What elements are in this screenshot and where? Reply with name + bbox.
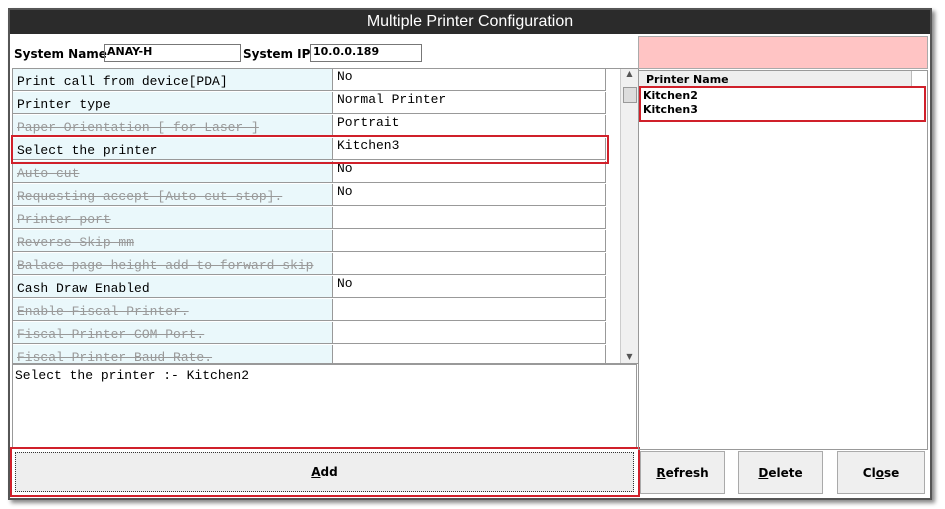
settings-row[interactable]: Cash Draw Enabled No <box>13 276 608 299</box>
setting-value[interactable]: No <box>333 276 606 298</box>
system-ip-field[interactable]: 10.0.0.189 <box>310 44 422 62</box>
close-label-end: se <box>883 466 900 480</box>
refresh-button[interactable]: Refresh <box>640 451 725 494</box>
setting-name: Auto cut <box>13 161 333 183</box>
settings-row[interactable]: Fiscal Printer COM Port. <box>13 322 608 345</box>
setting-value[interactable]: No <box>333 69 606 91</box>
setting-name: Print call from device[PDA] <box>13 69 333 91</box>
setting-name: Fiscal Printer COM Port. <box>13 322 333 344</box>
scroll-thumb[interactable] <box>623 87 637 103</box>
setting-value[interactable] <box>333 345 606 363</box>
setting-value[interactable] <box>333 230 606 252</box>
settings-row[interactable]: Printer port <box>13 207 608 230</box>
highlight-add <box>10 447 640 497</box>
settings-row[interactable]: Printer type Normal Printer <box>13 92 608 115</box>
close-label: Cl <box>862 466 876 480</box>
printer-config-window: Multiple Printer Configuration System Na… <box>8 8 932 500</box>
setting-value[interactable]: Portrait <box>333 115 606 137</box>
setting-value[interactable] <box>333 299 606 321</box>
settings-row[interactable]: Enable Fiscal Printer. <box>13 299 608 322</box>
printer-list[interactable]: Printer Name Kitchen2 Kitchen3 <box>638 70 928 450</box>
setting-name: Paper Orientation [ for Laser ] <box>13 115 333 137</box>
settings-row[interactable]: Requesting accept [Auto cut stop]. No <box>13 184 608 207</box>
settings-grid: ▲ ▼ Print call from device[PDA] No Printer… <box>12 68 639 364</box>
settings-row[interactable]: Fiscal Printer Baud Rate. <box>13 345 608 363</box>
highlight-select-printer <box>11 135 609 164</box>
grid-scrollbar[interactable]: ▲ ▼ <box>620 69 638 363</box>
setting-value[interactable] <box>333 207 606 229</box>
scroll-up-icon[interactable]: ▲ <box>621 69 638 78</box>
setting-value[interactable]: No <box>333 184 606 206</box>
scroll-down-icon[interactable]: ▼ <box>621 352 638 361</box>
setting-name: Requesting accept [Auto cut stop]. <box>13 184 333 206</box>
settings-row[interactable]: Auto cut No <box>13 161 608 184</box>
setting-value[interactable]: Normal Printer <box>333 92 606 114</box>
setting-name: Fiscal Printer Baud Rate. <box>13 345 333 363</box>
delete-mnemonic: D <box>758 466 769 480</box>
setting-name: Enable Fiscal Printer. <box>13 299 333 321</box>
delete-button[interactable]: Delete <box>738 451 823 494</box>
delete-label: elete <box>768 466 803 480</box>
status-message-box <box>638 36 928 69</box>
system-name-label: System Name <box>14 47 107 61</box>
system-ip-label: System IP <box>243 47 311 61</box>
settings-row[interactable]: Reverse Skip mm <box>13 230 608 253</box>
close-button[interactable]: Close <box>837 451 925 494</box>
settings-row[interactable]: Print call from device[PDA] No <box>13 69 608 92</box>
settings-row[interactable]: Balace page height add to forward skip <box>13 253 608 276</box>
close-mnemonic: o <box>875 466 884 480</box>
description-box: Select the printer :- Kitchen2 <box>12 364 637 448</box>
refresh-mnemonic: R <box>656 466 666 480</box>
setting-value[interactable] <box>333 253 606 275</box>
highlight-printer-list <box>639 86 926 122</box>
setting-name: Printer port <box>13 207 333 229</box>
setting-name: Printer type <box>13 92 333 114</box>
setting-value[interactable]: No <box>333 161 606 183</box>
system-name-field[interactable]: ANAY-H <box>104 44 241 62</box>
setting-value[interactable] <box>333 322 606 344</box>
setting-name: Reverse Skip mm <box>13 230 333 252</box>
setting-name: Balace page height add to forward skip <box>13 253 333 275</box>
refresh-label: efresh <box>665 466 709 480</box>
window-title: Multiple Printer Configuration <box>10 10 930 34</box>
setting-name: Cash Draw Enabled <box>13 276 333 298</box>
